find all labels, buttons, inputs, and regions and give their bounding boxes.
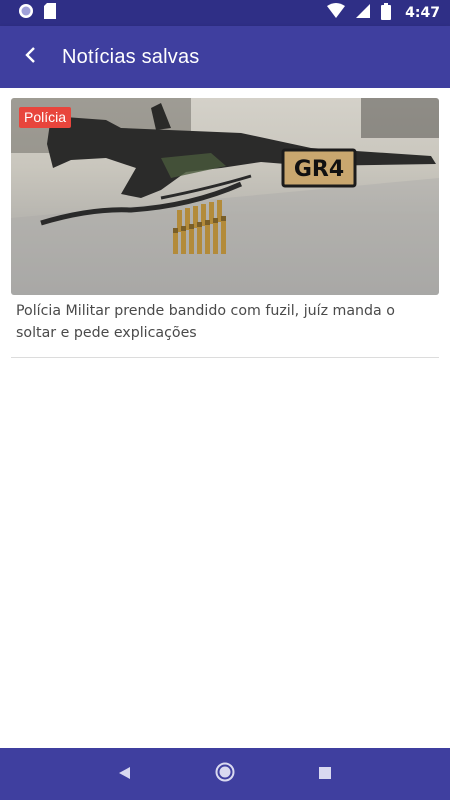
saved-news-list[interactable]: GR4 Polícia Polícia Militar prende bandi… — [0, 88, 450, 748]
page-title: Notícias salvas — [62, 45, 200, 68]
divider — [11, 357, 439, 358]
status-bar: 4:47 — [0, 0, 450, 26]
navigation-bar — [0, 748, 450, 800]
nav-back-button[interactable] — [105, 754, 145, 794]
recents-square-icon — [318, 765, 332, 784]
sd-card-icon — [44, 3, 56, 23]
status-right: 4:47 — [327, 2, 440, 24]
circle-notification-icon — [18, 3, 34, 23]
back-triangle-icon — [118, 765, 132, 784]
home-circle-icon — [214, 761, 236, 787]
back-button[interactable] — [0, 26, 62, 88]
status-left — [18, 3, 56, 23]
news-card[interactable]: GR4 Polícia Polícia Militar prende bandi… — [11, 98, 439, 344]
cellular-signal-icon — [355, 3, 371, 23]
chevron-left-icon — [24, 47, 38, 67]
app-bar: Notícias salvas — [0, 26, 450, 88]
news-title: Polícia Militar prende bandido com fuzil… — [16, 303, 395, 341]
wifi-icon — [327, 3, 346, 23]
category-badge: Polícia — [19, 107, 72, 128]
nav-home-button[interactable] — [205, 754, 245, 794]
nav-recents-button[interactable] — [305, 754, 345, 794]
status-time: 4:47 — [405, 5, 440, 21]
battery-icon — [381, 2, 392, 24]
news-image: GR4 Polícia — [11, 98, 439, 295]
plate-text: GR4 — [294, 157, 344, 182]
